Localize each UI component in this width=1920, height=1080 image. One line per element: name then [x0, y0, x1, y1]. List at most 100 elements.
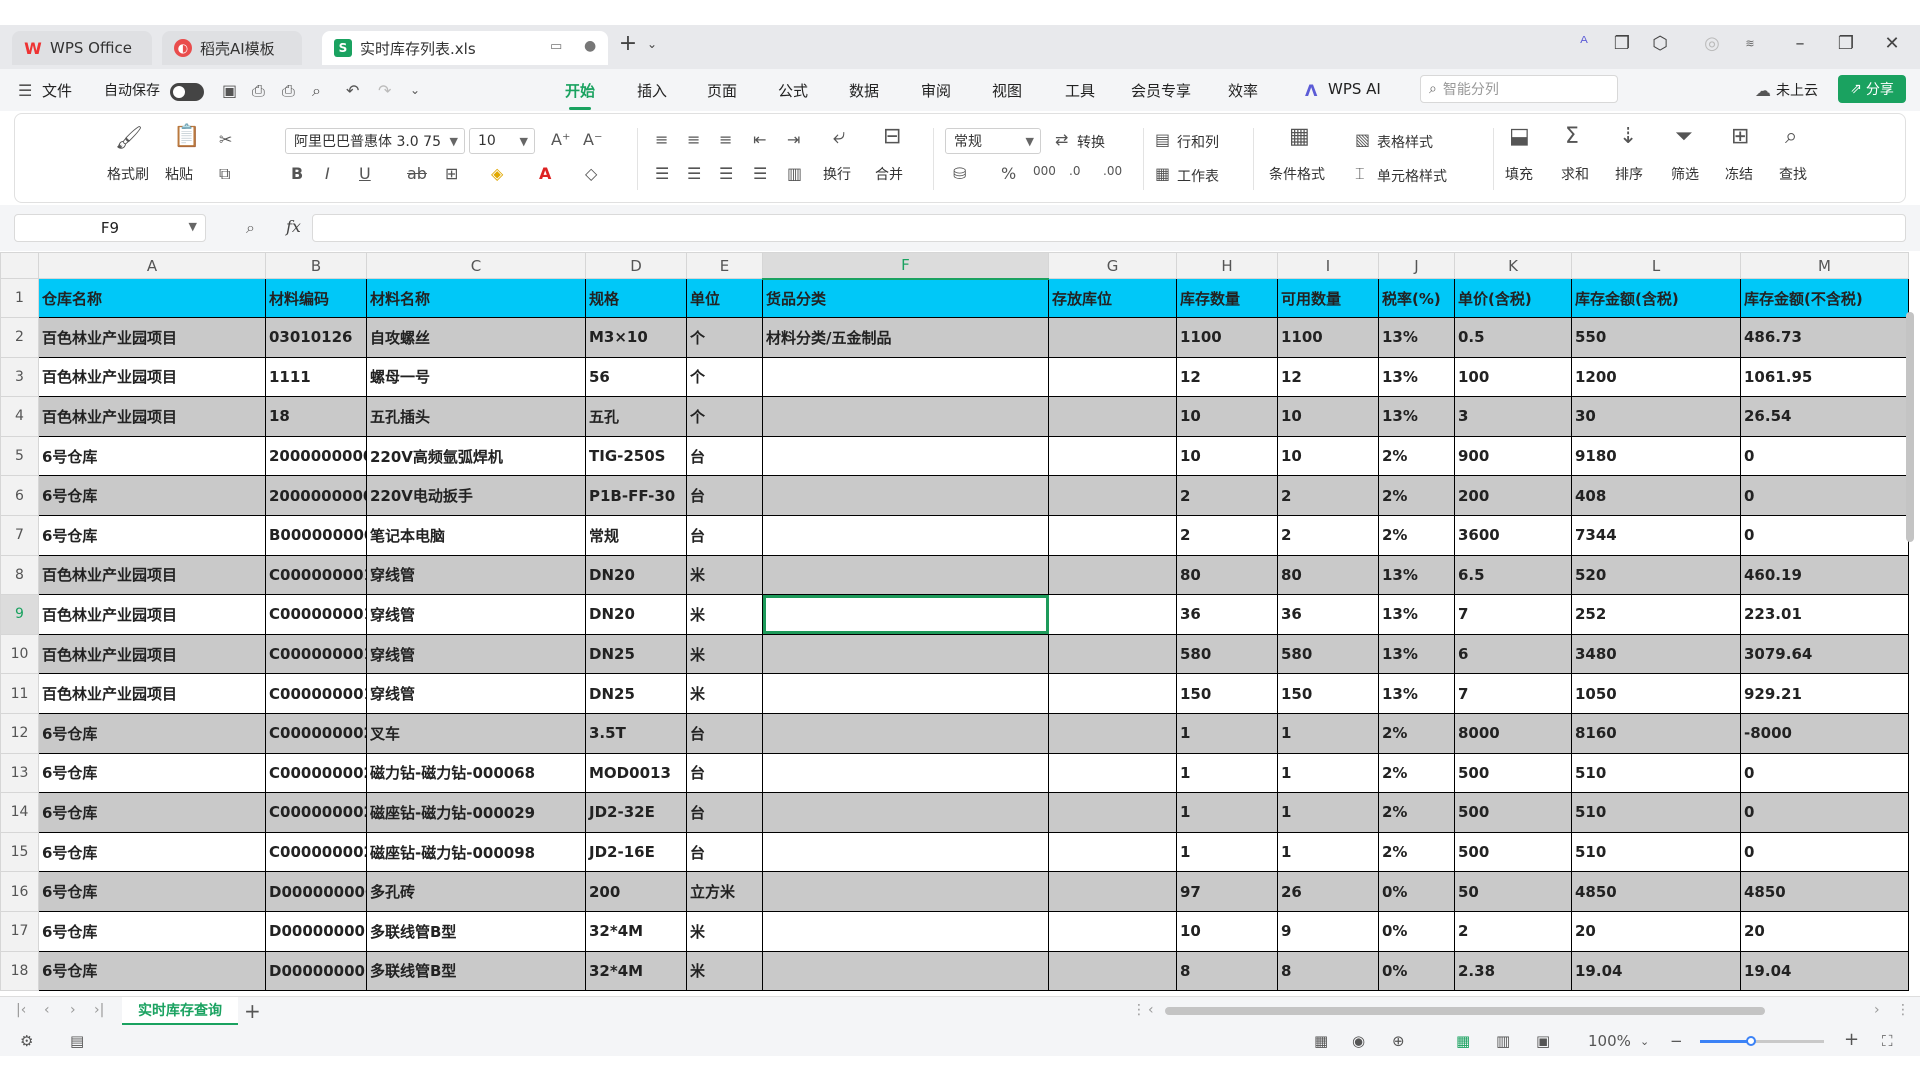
- table-cell[interactable]: 2.38: [1454, 950, 1572, 992]
- table-cell[interactable]: 26: [1277, 871, 1379, 912]
- justify-icon[interactable]: ☰: [753, 164, 767, 183]
- row-header[interactable]: 7: [0, 514, 39, 556]
- table-cell[interactable]: 220V高频氩弧焊机: [366, 435, 586, 477]
- table-view-icon[interactable]: ▦: [1314, 1032, 1328, 1050]
- table-cell[interactable]: 1061.95: [1740, 356, 1909, 398]
- number-format-select[interactable]: 常规 ▼: [945, 128, 1041, 154]
- table-cell[interactable]: [762, 950, 1049, 992]
- decrease-decimal-icon[interactable]: .00: [1103, 164, 1122, 178]
- column-header[interactable]: F: [762, 252, 1049, 280]
- table-cell[interactable]: 9180: [1571, 435, 1741, 477]
- column-header[interactable]: M: [1740, 252, 1909, 279]
- menu-data[interactable]: 数据: [849, 80, 879, 101]
- table-cell[interactable]: 0%: [1378, 910, 1455, 952]
- table-cell[interactable]: 米: [686, 594, 763, 635]
- undo-icon[interactable]: ↶: [346, 81, 359, 100]
- table-cell[interactable]: 米: [686, 910, 763, 952]
- table-cell[interactable]: 台: [686, 792, 763, 833]
- table-cell[interactable]: 4850: [1740, 871, 1909, 912]
- table-cell[interactable]: 7: [1454, 594, 1572, 635]
- table-cell[interactable]: 0: [1740, 435, 1909, 477]
- row-header[interactable]: 15: [0, 831, 39, 873]
- find-button[interactable]: 查找: [1779, 164, 1807, 184]
- table-cell[interactable]: 自攻螺丝: [366, 317, 586, 358]
- table-cell[interactable]: 0.5: [1454, 317, 1572, 358]
- table-cell[interactable]: 7: [1454, 673, 1572, 714]
- cube-icon[interactable]: ⬡: [1644, 33, 1676, 54]
- table-cell[interactable]: 32*4M: [585, 910, 687, 952]
- table-cell[interactable]: [1048, 910, 1177, 952]
- table-cell[interactable]: DN20: [585, 594, 687, 635]
- cut-icon[interactable]: ✂: [219, 130, 232, 149]
- prev-sheet-icon[interactable]: ‹: [44, 1002, 50, 1018]
- wps-ai-logo-icon[interactable]: ᴬ: [1568, 33, 1600, 54]
- paste-icon[interactable]: 📋: [173, 124, 200, 149]
- zoom-slider[interactable]: [1700, 1036, 1824, 1046]
- zoom-out-icon[interactable]: −: [1670, 1032, 1683, 1050]
- fill-button[interactable]: 填充: [1505, 164, 1533, 184]
- minimize-icon[interactable]: –: [1784, 33, 1816, 54]
- table-cell[interactable]: 500: [1454, 752, 1572, 794]
- table-cell[interactable]: [1048, 317, 1177, 358]
- table-cell[interactable]: 2: [1176, 475, 1278, 516]
- table-cell[interactable]: 百色林业产业园项目: [38, 594, 266, 635]
- column-title-cell[interactable]: 单价(含税): [1454, 278, 1572, 318]
- table-cell[interactable]: 36: [1176, 594, 1278, 635]
- first-sheet-icon[interactable]: |‹: [16, 1002, 26, 1018]
- table-cell[interactable]: [1048, 356, 1177, 398]
- table-cell[interactable]: [1048, 514, 1177, 556]
- fill-icon[interactable]: ⬓: [1509, 124, 1530, 149]
- column-title-cell[interactable]: 材料编码: [265, 278, 367, 318]
- row-header[interactable]: 18: [0, 950, 39, 992]
- table-cell[interactable]: 穿线管: [366, 633, 586, 675]
- worksheet-button[interactable]: 工作表: [1177, 166, 1219, 186]
- wps-ai-icon[interactable]: Λ: [1305, 81, 1317, 100]
- format-painter-button[interactable]: 格式刷: [107, 164, 149, 184]
- copy-icon[interactable]: ⧉: [219, 164, 230, 184]
- increase-font-icon[interactable]: A⁺: [551, 130, 570, 149]
- table-cell[interactable]: 13%: [1378, 554, 1455, 596]
- table-cell[interactable]: 0: [1740, 514, 1909, 556]
- table-cell[interactable]: 500: [1454, 831, 1572, 873]
- table-cell[interactable]: 13%: [1378, 396, 1455, 437]
- table-cell[interactable]: [762, 792, 1049, 833]
- table-cell[interactable]: 1: [1176, 831, 1278, 873]
- table-cell[interactable]: 1: [1277, 752, 1379, 794]
- wrap-button[interactable]: 换行: [823, 164, 851, 184]
- increase-decimal-icon[interactable]: .0: [1069, 164, 1080, 178]
- sum-icon[interactable]: Σ: [1565, 124, 1579, 149]
- table-cell[interactable]: 穿线管: [366, 673, 586, 714]
- table-cell[interactable]: 6号仓库: [38, 871, 266, 912]
- table-cell[interactable]: 2000000000: [265, 475, 367, 516]
- distributed-icon[interactable]: ▥: [787, 164, 802, 183]
- convert-icon[interactable]: ⇄: [1055, 130, 1068, 149]
- column-header[interactable]: J: [1378, 252, 1455, 279]
- column-title-cell[interactable]: 税率(%): [1378, 278, 1455, 318]
- table-cell[interactable]: 26.54: [1740, 396, 1909, 437]
- cloud-status[interactable]: 未上云: [1776, 80, 1818, 100]
- table-cell[interactable]: 2%: [1378, 792, 1455, 833]
- outline-icon[interactable]: ▤: [70, 1032, 84, 1050]
- formula-input[interactable]: [312, 214, 1906, 242]
- table-cell[interactable]: 2%: [1378, 435, 1455, 477]
- table-cell[interactable]: [762, 910, 1049, 952]
- table-cell[interactable]: [1048, 673, 1177, 714]
- window-icon[interactable]: ▭: [550, 39, 562, 54]
- table-cell[interactable]: 7344: [1571, 514, 1741, 556]
- cell-style-button[interactable]: 单元格样式: [1377, 166, 1447, 186]
- table-cell[interactable]: 1: [1277, 712, 1379, 754]
- table-cell[interactable]: 多联线管B型: [366, 950, 586, 992]
- table-cell[interactable]: [762, 594, 1049, 635]
- table-cell[interactable]: 03010126: [265, 317, 367, 358]
- avatar[interactable]: ◎: [1696, 33, 1728, 54]
- table-cell[interactable]: 米: [686, 673, 763, 714]
- row-header[interactable]: 1: [0, 278, 39, 318]
- table-cell[interactable]: 580: [1277, 633, 1379, 675]
- row-header[interactable]: 3: [0, 356, 39, 398]
- table-cell[interactable]: 0: [1740, 475, 1909, 516]
- table-cell[interactable]: 13%: [1378, 356, 1455, 398]
- row-header[interactable]: 12: [0, 712, 39, 754]
- thousands-icon[interactable]: 000: [1033, 164, 1056, 178]
- italic-icon[interactable]: I: [325, 164, 330, 183]
- align-top-icon[interactable]: ≡: [655, 130, 668, 149]
